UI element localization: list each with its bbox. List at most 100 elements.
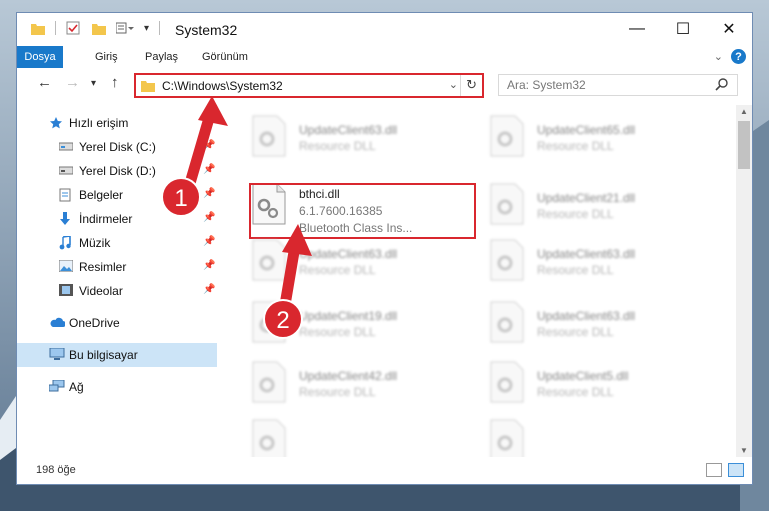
nav-label-videos: Videolar (79, 284, 123, 298)
address-folder-icon (141, 79, 155, 95)
dll-file-icon (489, 239, 525, 284)
file-name: UpdateClient63.dll (299, 123, 398, 137)
search-placeholder: Ara: System32 (507, 78, 586, 92)
scrollbar-thumb[interactable] (738, 121, 750, 169)
file-type: Resource DLL (537, 263, 614, 277)
nav-item-this-pc[interactable]: Bu bilgisayar (17, 343, 217, 367)
refresh-icon[interactable]: ↻ (466, 77, 477, 93)
address-bar[interactable]: C:\Windows\System32 ⌄ ↻ (134, 73, 484, 98)
network-icon (48, 379, 65, 396)
file-item[interactable]: UpdateClient19.dll Resource DLL (247, 297, 477, 353)
dll-file-icon (489, 361, 525, 406)
file-type: Resource DLL (537, 385, 614, 399)
nav-item-disk-c[interactable]: Yerel Disk (C:) 📌 (17, 135, 217, 159)
nav-item-documents[interactable]: Belgeler 📌 (17, 183, 217, 207)
window-title: System32 (175, 22, 238, 38)
up-arrow-icon[interactable]: ↑ (111, 74, 119, 91)
file-name: UpdateClient65.dll (537, 123, 636, 137)
properties-icon[interactable] (66, 21, 80, 35)
dll-file-icon (489, 115, 525, 160)
toolbar-separator (55, 21, 56, 35)
new-folder-icon[interactable] (92, 22, 106, 35)
file-name: UpdateClient5.dll (537, 369, 629, 383)
file-item[interactable]: UpdateClient63.dll Resource DLL (247, 235, 477, 291)
tab-file[interactable]: Dosya (17, 46, 63, 68)
recent-locations-icon[interactable]: ▾ (91, 78, 96, 89)
vertical-scrollbar[interactable]: ▲ ▼ (736, 105, 752, 457)
address-separator (460, 75, 461, 96)
file-item[interactable] (485, 415, 715, 457)
expand-ribbon-icon[interactable]: ⌄ (714, 50, 723, 63)
folder-icon (31, 22, 45, 35)
file-item[interactable]: UpdateClient63.dll Resource DLL (485, 235, 715, 291)
title-bar: ▾ System32 — ☐ ✕ (17, 13, 752, 46)
music-icon (59, 235, 71, 253)
file-item[interactable]: UpdateClient63.dll Resource DLL (485, 297, 715, 353)
file-name: UpdateClient63.dll (537, 309, 636, 323)
search-icon[interactable] (715, 77, 729, 94)
file-list: UpdateClient63.dll Resource DLL UpdateCl… (227, 105, 732, 457)
dll-file-icon (489, 419, 525, 457)
tab-share[interactable]: Paylaş (145, 46, 178, 68)
navigation-bar: ← → ▾ ↑ C:\Windows\System32 ⌄ ↻ Ara: Sys… (17, 71, 752, 101)
file-item[interactable] (247, 415, 477, 457)
star-icon (49, 116, 63, 133)
ribbon-tabs: Dosya Giriş Paylaş Görünüm ⌄ ? (17, 46, 752, 68)
dll-file-icon (251, 361, 287, 406)
maximize-button[interactable]: ☐ (660, 13, 706, 44)
file-name: UpdateClient42.dll (299, 369, 398, 383)
file-name: UpdateClient63.dll (537, 247, 636, 261)
downloads-icon (59, 212, 71, 229)
minimize-button[interactable]: — (614, 13, 660, 44)
dll-file-icon (251, 239, 287, 284)
address-path[interactable]: C:\Windows\System32 (162, 79, 283, 93)
pictures-icon (58, 259, 74, 275)
tab-home[interactable]: Giriş (95, 46, 118, 68)
nav-item-pictures[interactable]: Resimler 📌 (17, 255, 217, 279)
customize-toolbar-icon[interactable] (116, 22, 134, 34)
back-arrow-icon[interactable]: ← (37, 74, 52, 91)
view-toggle (706, 463, 744, 477)
nav-label-documents: Belgeler (79, 188, 124, 202)
status-bar: 198 öğe (17, 456, 752, 484)
nav-item-music[interactable]: Müzik 📌 (17, 231, 217, 255)
scroll-up-icon[interactable]: ▲ (740, 107, 748, 116)
forward-arrow-icon[interactable]: → (65, 74, 80, 91)
file-item[interactable]: UpdateClient42.dll Resource DLL (247, 357, 477, 413)
nav-item-onedrive[interactable]: OneDrive (17, 311, 217, 335)
dll-file-icon (251, 419, 287, 457)
file-item[interactable]: UpdateClient21.dll Resource DLL (485, 179, 715, 235)
file-item[interactable]: UpdateClient63.dll Resource DLL (247, 111, 477, 167)
dll-file-icon (251, 115, 287, 160)
large-icons-view-icon[interactable] (728, 463, 744, 477)
documents-icon (59, 188, 71, 205)
close-button[interactable]: ✕ (706, 13, 752, 44)
nav-label-disk-d: Yerel Disk (D:) (79, 164, 156, 178)
nav-item-videos[interactable]: Videolar 📌 (17, 279, 217, 303)
help-icon[interactable]: ? (731, 49, 746, 64)
file-type: Resource DLL (299, 263, 376, 277)
pin-icon: 📌 (203, 188, 216, 199)
drive-icon (58, 164, 74, 179)
address-dropdown-icon[interactable]: ⌄ (449, 78, 458, 91)
file-type: Resource DLL (299, 385, 376, 399)
nav-item-quick-access[interactable]: Hızlı erişim (17, 111, 217, 135)
search-box[interactable]: Ara: System32 (498, 74, 738, 96)
scroll-down-icon[interactable]: ▼ (740, 446, 748, 455)
nav-item-downloads[interactable]: İndirmeler 📌 (17, 207, 217, 231)
nav-item-disk-d[interactable]: Yerel Disk (D:) 📌 (17, 159, 217, 183)
details-view-icon[interactable] (706, 463, 722, 477)
nav-label-music: Müzik (79, 236, 111, 250)
chevron-down-icon[interactable]: ▾ (144, 23, 149, 34)
file-item[interactable]: UpdateClient5.dll Resource DLL (485, 357, 715, 413)
nav-label-quick-access: Hızlı erişim (69, 116, 129, 130)
ribbon-right-controls: ⌄ ? (714, 49, 746, 64)
file-explorer-window: ▾ System32 — ☐ ✕ Dosya Giriş Paylaş Görü… (16, 12, 753, 485)
nav-item-network[interactable]: Ağ (17, 375, 217, 399)
file-item[interactable]: UpdateClient65.dll Resource DLL (485, 111, 715, 167)
tab-view[interactable]: Görünüm (202, 46, 248, 68)
pin-icon: 📌 (203, 140, 216, 151)
computer-icon (49, 347, 65, 364)
toolbar-separator-2 (159, 21, 161, 35)
nav-label-disk-c: Yerel Disk (C:) (79, 140, 156, 154)
